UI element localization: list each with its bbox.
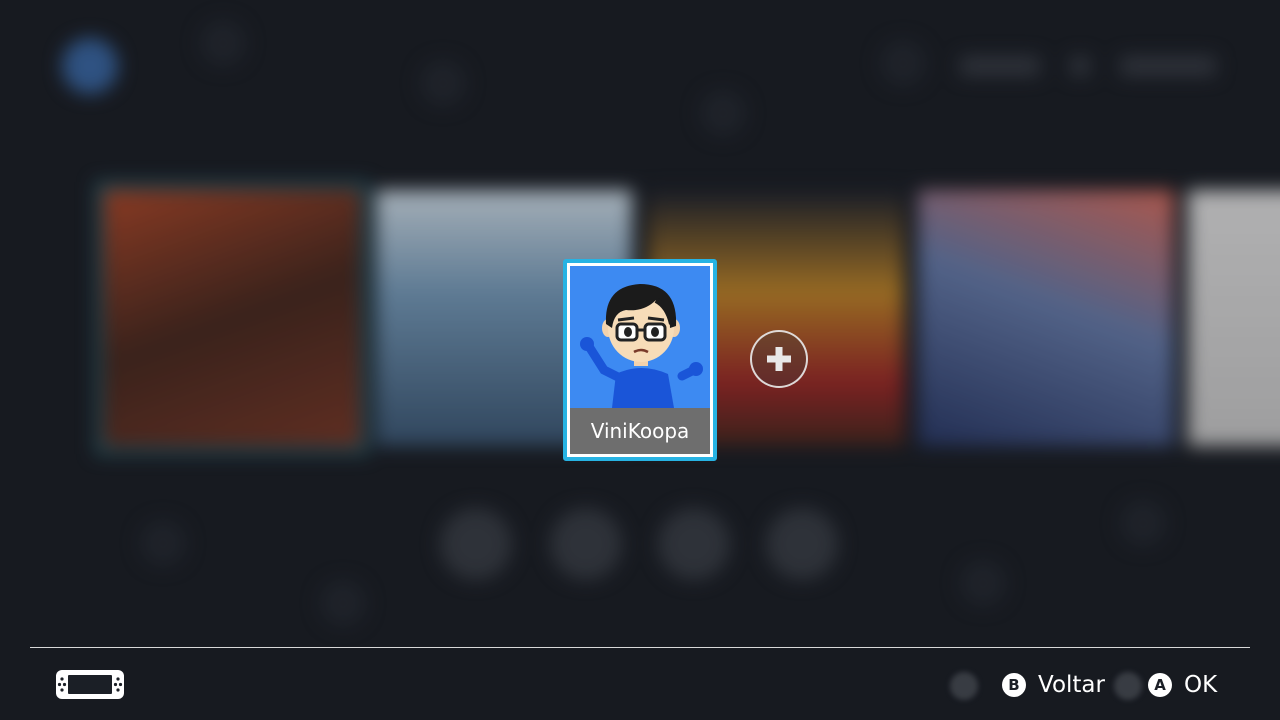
faded-button-hint bbox=[1114, 672, 1142, 700]
user-card-inner: ViniKoopa bbox=[570, 266, 710, 454]
switch-console-icon bbox=[56, 670, 124, 699]
user-card-selected[interactable]: ViniKoopa bbox=[563, 259, 717, 461]
footer-divider bbox=[30, 647, 1250, 648]
mii-character-icon bbox=[580, 284, 703, 408]
user-select-screen: ViniKoopa B Voltar A OK bbox=[0, 0, 1280, 720]
back-label: Voltar bbox=[1038, 672, 1105, 698]
ok-hint[interactable]: A OK bbox=[1148, 670, 1217, 700]
add-user-button[interactable] bbox=[750, 330, 808, 388]
back-hint[interactable]: B Voltar bbox=[1002, 670, 1105, 700]
ok-label: OK bbox=[1184, 672, 1218, 698]
plus-icon bbox=[767, 347, 791, 371]
a-button-icon: A bbox=[1148, 673, 1172, 697]
mii-avatar bbox=[570, 266, 710, 408]
user-name-label: ViniKoopa bbox=[570, 408, 710, 454]
faded-button-hint bbox=[950, 672, 978, 700]
b-button-icon: B bbox=[1002, 673, 1026, 697]
